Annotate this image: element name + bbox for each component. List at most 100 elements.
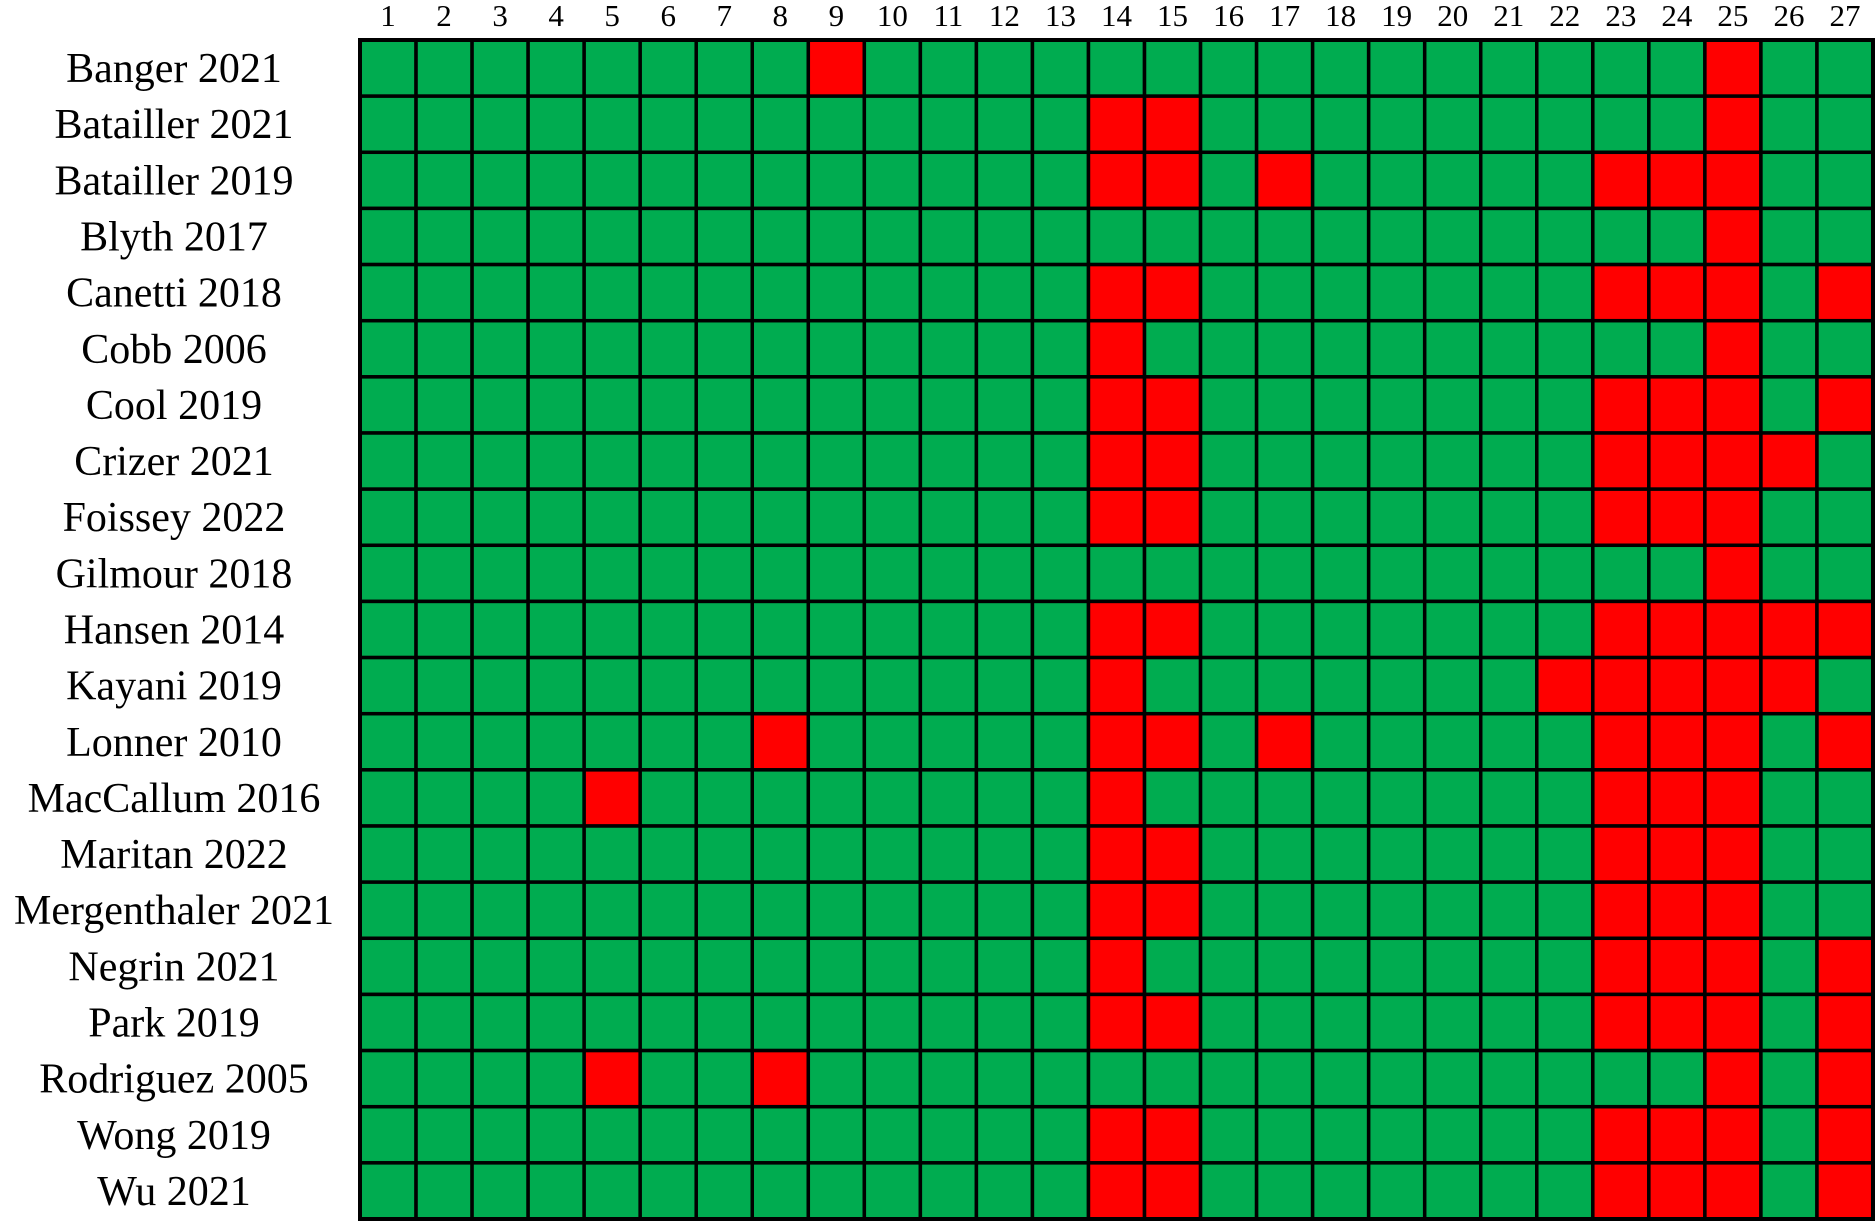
cell-red [1647, 431, 1707, 491]
column-label: 20 [1437, 0, 1468, 33]
cell-green [1422, 1048, 1483, 1109]
cell-red [1647, 262, 1707, 323]
cell-green [694, 936, 755, 997]
cell-green [750, 375, 811, 435]
cell-red [1142, 431, 1203, 491]
cell-green [750, 487, 811, 548]
cell-green [1478, 711, 1539, 772]
cell-red [1703, 375, 1763, 435]
cell-green [1142, 38, 1203, 98]
cell-green [358, 262, 418, 323]
cell-green [1142, 768, 1203, 828]
cell-green [470, 431, 530, 491]
cell-green [1478, 599, 1539, 660]
cell-red [1759, 655, 1819, 716]
cell-green [806, 262, 867, 323]
cell-green [1366, 150, 1427, 211]
cell-green [974, 318, 1035, 379]
cell-green [694, 655, 755, 716]
cell-green [1422, 94, 1483, 155]
cell-green [1478, 1048, 1539, 1109]
cell-red [1703, 711, 1763, 772]
column-label: 10 [877, 0, 908, 33]
cell-green [1647, 94, 1707, 155]
cell-red [1086, 880, 1147, 941]
cell-green [1478, 262, 1539, 323]
cell-green [862, 936, 923, 997]
cell-green [862, 992, 923, 1053]
cell-green [806, 936, 867, 997]
cell-green [1086, 206, 1147, 267]
cell-red [1142, 992, 1203, 1053]
cell-green [806, 206, 867, 267]
row-label: Lonner 2010 [66, 720, 282, 766]
cell-green [694, 206, 755, 267]
cell-green [1815, 206, 1875, 267]
cell-green [862, 206, 923, 267]
cell-green [526, 38, 586, 98]
cell-green [526, 1104, 586, 1165]
cell-green [1478, 655, 1539, 716]
cell-green [1030, 206, 1091, 267]
cell-green [1030, 599, 1091, 660]
cell-red [1591, 487, 1651, 548]
column-label: 27 [1829, 0, 1860, 33]
cell-green [470, 262, 530, 323]
cell-green [694, 768, 755, 828]
cell-green [358, 94, 418, 155]
cell-green [750, 1104, 811, 1165]
cell-green [1254, 206, 1315, 267]
cell-green [1759, 711, 1819, 772]
cell-green [1535, 543, 1595, 604]
cell-green [1366, 936, 1427, 997]
cell-red [1086, 1104, 1147, 1165]
cell-red [1647, 711, 1707, 772]
cell-green [526, 487, 586, 548]
cell-green [694, 599, 755, 660]
cell-green [1815, 318, 1875, 379]
column-label: 13 [1045, 0, 1076, 33]
cell-green [1030, 150, 1091, 211]
cell-green [1254, 655, 1315, 716]
cell-green [974, 936, 1035, 997]
cell-green [414, 262, 474, 323]
cell-green [1478, 38, 1539, 98]
cell-green [1591, 38, 1651, 98]
column-label: 11 [933, 0, 963, 33]
cell-green [1142, 318, 1203, 379]
row-label: Rodriguez 2005 [39, 1057, 308, 1103]
cell-green [974, 262, 1035, 323]
cell-green [1142, 936, 1203, 997]
row-label: MacCallum 2016 [28, 776, 321, 822]
cell-green [750, 206, 811, 267]
cell-green [582, 150, 642, 211]
cell-green [470, 711, 530, 772]
cell-green [470, 768, 530, 828]
cell-green [974, 1048, 1035, 1109]
cell-green [1478, 318, 1539, 379]
cell-green [526, 206, 586, 267]
cell-green [638, 38, 698, 98]
cell-green [1198, 262, 1259, 323]
cell-red [1647, 655, 1707, 716]
cell-green [750, 880, 811, 941]
cell-green [1478, 768, 1539, 828]
cell-green [1535, 992, 1595, 1053]
cell-green [1422, 711, 1483, 772]
cell-green [1198, 318, 1259, 379]
cell-green [750, 992, 811, 1053]
cell-green [1535, 487, 1595, 548]
cell-green [638, 318, 698, 379]
cell-green [1759, 38, 1819, 98]
cell-green [638, 599, 698, 660]
cell-red [1703, 38, 1763, 98]
cell-green [1366, 1161, 1427, 1221]
cell-green [1366, 487, 1427, 548]
cell-green [1198, 38, 1259, 98]
cell-red [1591, 880, 1651, 941]
cell-green [1591, 1048, 1651, 1109]
cell-green [1310, 824, 1371, 884]
cell-green [1310, 599, 1371, 660]
cell-green [806, 768, 867, 828]
cell-green [1366, 768, 1427, 828]
